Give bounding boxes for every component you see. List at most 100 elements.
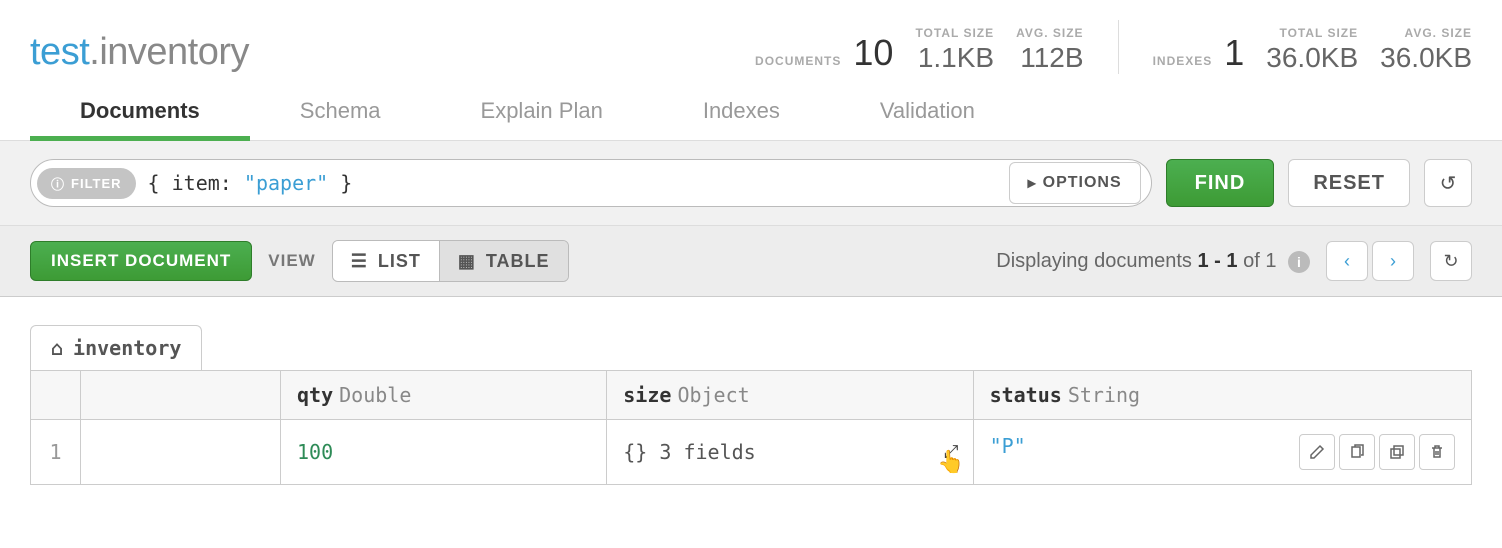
- tab-validation[interactable]: Validation: [830, 82, 1025, 140]
- documents-table: qtyDouble sizeObject statusString 1 100 …: [30, 370, 1472, 485]
- collection-tabs: Documents Schema Explain Plan Indexes Va…: [0, 82, 1502, 141]
- prev-page-button[interactable]: ‹: [1326, 241, 1368, 281]
- view-label: VIEW: [268, 251, 315, 271]
- breadcrumb-name: inventory: [73, 336, 181, 360]
- display-total: 1: [1265, 250, 1276, 272]
- col-status-type: String: [1068, 383, 1140, 407]
- col-status[interactable]: statusString: [973, 371, 1471, 420]
- caret-right-icon: ▸: [1028, 173, 1037, 193]
- table-row[interactable]: 1 100 {} 3 fields ⤢ 👆 "P": [31, 420, 1472, 485]
- view-toggle: ☰ LIST ▦ TABLE: [332, 240, 569, 282]
- info-icon: ⓘ: [51, 174, 65, 193]
- table-header-row: qtyDouble sizeObject statusString: [31, 371, 1472, 420]
- documents-stats: DOCUMENTS 10 TOTAL SIZE 1.1KB AVG. SIZE …: [755, 26, 1084, 74]
- cell-status[interactable]: "P": [973, 420, 1471, 485]
- display-pre: Displaying documents: [996, 250, 1197, 272]
- query-key: item:: [172, 171, 232, 195]
- clone-icon: [1389, 444, 1405, 460]
- home-icon: ⌂: [51, 336, 63, 360]
- query-bar: ⓘ FILTER { item: "paper" } ▸ OPTIONS FIN…: [0, 141, 1502, 226]
- copy-button[interactable]: [1339, 434, 1375, 470]
- doc-total-size-label: TOTAL SIZE: [915, 26, 994, 40]
- filter-badge: ⓘ FILTER: [37, 168, 136, 199]
- chevron-right-icon: ›: [1390, 251, 1396, 272]
- doc-avg-size-label: AVG. SIZE: [1016, 26, 1083, 40]
- pencil-icon: [1309, 444, 1325, 460]
- tab-documents[interactable]: Documents: [30, 82, 250, 140]
- insert-document-button[interactable]: INSERT DOCUMENT: [30, 241, 252, 281]
- list-label: LIST: [378, 251, 421, 272]
- query-value: "paper": [244, 171, 328, 195]
- col-status-name: status: [990, 383, 1062, 407]
- idx-avg-size: 36.0KB: [1380, 42, 1472, 74]
- view-table-button[interactable]: ▦ TABLE: [440, 241, 568, 281]
- tab-schema[interactable]: Schema: [250, 82, 431, 140]
- table-icon: ▦: [458, 251, 476, 272]
- stat-divider: [1118, 20, 1119, 74]
- collection-title: test.inventory: [30, 31, 249, 74]
- documents-count: 10: [853, 32, 893, 74]
- chevron-left-icon: ‹: [1344, 251, 1350, 272]
- collection-header: test.inventory DOCUMENTS 10 TOTAL SIZE 1…: [0, 0, 1502, 82]
- idx-avg-size-label: AVG. SIZE: [1380, 26, 1472, 40]
- tab-indexes[interactable]: Indexes: [653, 82, 830, 140]
- dot: .: [89, 31, 99, 73]
- edit-button[interactable]: [1299, 434, 1335, 470]
- filter-query-text[interactable]: { item: "paper" }: [148, 171, 1009, 195]
- refresh-button[interactable]: ↻: [1430, 241, 1472, 281]
- filter-input-wrap[interactable]: ⓘ FILTER { item: "paper" } ▸ OPTIONS: [30, 159, 1152, 207]
- idx-total-size: 36.0KB: [1266, 42, 1358, 74]
- col-size[interactable]: sizeObject: [607, 371, 973, 420]
- expand-icon[interactable]: ⤢: [944, 442, 958, 463]
- copy-icon: [1349, 444, 1365, 460]
- table-label: TABLE: [486, 251, 550, 272]
- clone-button[interactable]: [1379, 434, 1415, 470]
- row-actions: [1299, 434, 1455, 470]
- row-num-header: [31, 371, 81, 420]
- idx-total-size-label: TOTAL SIZE: [1266, 26, 1358, 40]
- brace-close: }: [340, 171, 352, 195]
- database-name: test: [30, 31, 89, 73]
- indexes-stats: INDEXES 1 TOTAL SIZE 36.0KB AVG. SIZE 36…: [1153, 26, 1472, 74]
- cell-size[interactable]: {} 3 fields ⤢ 👆: [607, 420, 973, 485]
- indexes-count: 1: [1224, 32, 1244, 74]
- col-size-name: size: [623, 383, 671, 407]
- doc-total-size: 1.1KB: [915, 42, 994, 74]
- row-expand-cell[interactable]: [81, 420, 281, 485]
- display-info: Displaying documents 1 - 1 of 1 i: [996, 250, 1310, 273]
- tab-explain-plan[interactable]: Explain Plan: [431, 82, 653, 140]
- find-button[interactable]: FIND: [1166, 159, 1275, 207]
- row-index: 1: [31, 420, 81, 485]
- expand-header: [81, 371, 281, 420]
- next-page-button[interactable]: ›: [1372, 241, 1414, 281]
- refresh-icon: ↻: [1443, 251, 1458, 272]
- list-icon: ☰: [351, 251, 368, 272]
- pagination: ‹ ›: [1326, 241, 1414, 281]
- doc-avg-size: 112B: [1016, 42, 1083, 74]
- collection-name: inventory: [99, 31, 249, 73]
- cell-qty[interactable]: 100: [281, 420, 607, 485]
- cell-size-text: {} 3 fields: [623, 440, 755, 464]
- history-icon: ↺: [1440, 171, 1457, 196]
- table-breadcrumb[interactable]: ⌂ inventory: [30, 325, 202, 370]
- filter-label: FILTER: [71, 176, 122, 191]
- options-label: OPTIONS: [1043, 174, 1122, 192]
- info-icon[interactable]: i: [1288, 251, 1310, 273]
- delete-button[interactable]: [1419, 434, 1455, 470]
- options-button[interactable]: ▸ OPTIONS: [1009, 162, 1141, 204]
- col-qty-type: Double: [339, 383, 411, 407]
- documents-label: DOCUMENTS: [755, 54, 841, 68]
- table-area: ⌂ inventory qtyDouble sizeObject statusS…: [0, 297, 1502, 513]
- brace-open: {: [148, 171, 160, 195]
- reset-button[interactable]: RESET: [1288, 159, 1410, 207]
- history-button[interactable]: ↺: [1424, 159, 1472, 207]
- display-range: 1 - 1: [1197, 250, 1237, 272]
- view-list-button[interactable]: ☰ LIST: [333, 241, 440, 281]
- indexes-label: INDEXES: [1153, 54, 1213, 68]
- col-qty[interactable]: qtyDouble: [281, 371, 607, 420]
- trash-icon: [1429, 444, 1445, 460]
- display-mid: of: [1238, 250, 1266, 272]
- action-bar: INSERT DOCUMENT VIEW ☰ LIST ▦ TABLE Disp…: [0, 226, 1502, 297]
- col-qty-name: qty: [297, 383, 333, 407]
- cell-status-text: "P": [990, 434, 1026, 458]
